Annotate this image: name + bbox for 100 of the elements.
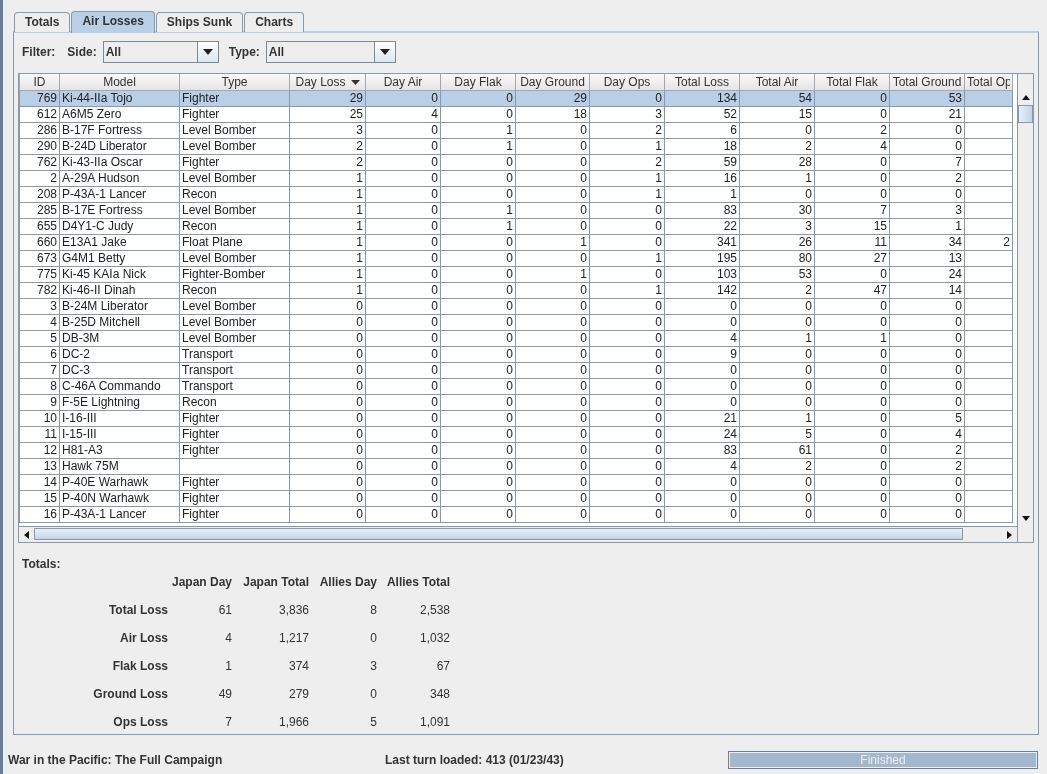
side-dropdown[interactable]: All: [102, 41, 219, 63]
table-row[interactable]: 612 A6M5 Zero Fighter 25 4 0 18 3 52 15 0 21: [19, 106, 1013, 123]
totals-value: 0: [369, 631, 377, 645]
table-cell: 134: [716, 91, 737, 105]
table-cell: 0: [431, 219, 438, 233]
table-row[interactable]: 15 P-40N Warhawk Fighter 0 0 0 0 0 0 0 0 0: [19, 490, 1013, 507]
table-cell: 0: [730, 363, 737, 377]
table-row[interactable]: 7 DC-3 Transport 0 0 0 0 0 0 0 0 0: [19, 362, 1013, 379]
table-row[interactable]: 10 I-16-III Fighter 0 0 0 0 0 21 1 0 5: [19, 410, 1013, 427]
table-cell: 18: [723, 139, 737, 153]
table-cell: 0: [655, 203, 662, 217]
table-cell: 2: [805, 139, 812, 153]
table-cell: 0: [880, 155, 887, 169]
table-cell: 0: [356, 459, 363, 473]
table-row[interactable]: 3 B-24M Liberator Level Bomber 0 0 0 0 0 0 0 0 0: [19, 298, 1013, 315]
column-header[interactable]: Total Air: [739, 74, 815, 91]
table-cell: B-25D Mitchell: [62, 315, 141, 329]
tab[interactable]: Totals: [14, 12, 71, 32]
table-cell: 0: [431, 91, 438, 105]
table-cell: 0: [805, 347, 812, 361]
column-header[interactable]: Total Flak: [814, 74, 890, 91]
table-cell: 15: [798, 107, 812, 121]
table-cell: 0: [431, 155, 438, 169]
table-row[interactable]: 6 DC-2 Transport 0 0 0 0 0 9 0 0 0: [19, 346, 1013, 363]
table-cell: 0: [655, 443, 662, 457]
table-cell: 0: [880, 299, 887, 313]
table-cell: P-40N Warhawk: [62, 491, 149, 505]
column-header[interactable]: Model: [59, 74, 180, 91]
table-cell: 0: [506, 91, 513, 105]
column-header[interactable]: Day Ground: [515, 74, 590, 91]
table-cell: 3: [955, 203, 962, 217]
table-cell: 0: [580, 491, 587, 505]
table-row[interactable]: 286 B-17F Fortress Level Bomber 3 0 1 0 2 6 0 2 0: [19, 122, 1013, 139]
table-cell: A-29A Hudson: [62, 171, 140, 185]
column-header[interactable]: ID: [19, 74, 60, 91]
table-cell: I-16-III: [62, 411, 97, 425]
table-row[interactable]: 12 H81-A3 Fighter 0 0 0 0 0 83 61 0 2: [19, 442, 1013, 459]
table-cell: 2: [356, 139, 363, 153]
table-cell: 4: [730, 459, 737, 473]
column-header[interactable]: Type: [179, 74, 290, 91]
filter-label: Filter:: [22, 45, 56, 59]
column-header[interactable]: Day Air: [365, 74, 441, 91]
table-row[interactable]: 290 B-24D Liberator Level Bomber 2 0 1 0 1 18 2 4 0: [19, 138, 1013, 155]
table-row[interactable]: 2 A-29A Hudson Level Bomber 1 0 0 0 1 16 1 0 2: [19, 170, 1013, 187]
table-cell: 11: [44, 427, 57, 441]
totals-row-label: Ops Loss: [112, 715, 168, 729]
table-cell: 0: [955, 139, 962, 153]
table-cell: Ki-45 KAIa Nick: [62, 267, 147, 281]
tab[interactable]: Air Losses: [71, 11, 155, 33]
table-cell: 13: [948, 251, 962, 265]
table-row[interactable]: 4 B-25D Mitchell Level Bomber 0 0 0 0 0 0 0 0 0: [19, 314, 1013, 331]
table-cell: 0: [805, 379, 812, 393]
table-cell: 0: [431, 507, 438, 521]
table-cell: 0: [880, 107, 887, 121]
column-header[interactable]: Total Ground: [889, 74, 965, 91]
table-row[interactable]: 782 Ki-46-II Dinah Recon 1 0 0 0 1 142 2 47 14: [19, 282, 1013, 299]
table-cell: 9: [50, 395, 57, 409]
table-row[interactable]: 285 B-17E Fortress Level Bomber 1 0 1 0 0 83 30 7 3: [19, 202, 1013, 219]
totals-value: 1,966: [277, 715, 309, 729]
table-row[interactable]: 769 Ki-44-IIa Tojo Fighter 29 0 0 29 0 134 54 0 53: [19, 90, 1013, 107]
column-header[interactable]: Day Flak: [440, 74, 516, 91]
table-cell: 2: [356, 155, 363, 169]
column-header[interactable]: Total Loss: [664, 74, 740, 91]
table-cell: 0: [955, 363, 962, 377]
table-row[interactable]: 16 P-43A-1 Lancer Fighter 0 0 0 0 0 0 0 0 0: [19, 506, 1013, 523]
tab[interactable]: Charts: [244, 12, 305, 32]
table-cell: 0: [955, 331, 962, 345]
table-row[interactable]: 673 G4M1 Betty Level Bomber 1 0 0 0 1 195 80 27 13: [19, 250, 1013, 267]
tab[interactable]: Ships Sunk: [155, 12, 244, 32]
totals-value: 3: [369, 659, 377, 673]
column-header[interactable]: Day Ops: [589, 74, 665, 91]
totals-value: 8: [369, 603, 377, 617]
table-cell: 0: [880, 395, 887, 409]
table-cell: 4: [431, 107, 438, 121]
table-cell: 0: [431, 267, 438, 281]
table-cell: 34: [948, 235, 962, 249]
table-row[interactable]: 13 Hawk 75M 0 0 0 0 0 4 2 0 2: [19, 458, 1013, 475]
table-cell: 2: [655, 123, 662, 137]
table-row[interactable]: 9 F-5E Lightning Recon 0 0 0 0 0 0 0 0 0: [19, 394, 1013, 411]
table-row[interactable]: 8 C-46A Commando Transport 0 0 0 0 0 0 0 0 0: [19, 378, 1013, 395]
table-cell: 0: [431, 379, 438, 393]
table-row[interactable]: 14 P-40E Warhawk Fighter 0 0 0 0 0 0 0 0 0: [19, 474, 1013, 491]
table-row[interactable]: 5 DB-3M Level Bomber 0 0 0 0 0 4 1 1 0: [19, 330, 1013, 347]
table-row[interactable]: 762 Ki-43-IIa Oscar Fighter 2 0 0 0 2 59 28 0 7: [19, 154, 1013, 171]
table-row[interactable]: 11 I-15-III Fighter 0 0 0 0 0 24 5 0 4: [19, 426, 1013, 443]
table-row[interactable]: 660 E13A1 Jake Float Plane 1 0 0 1 0 341 26 11 34 2: [19, 234, 1013, 251]
table-cell: 0: [356, 395, 363, 409]
table-cell: 0: [580, 507, 587, 521]
table-row[interactable]: 208 P-43A-1 Lancer Recon 1 0 0 0 1 1 0 0 0: [19, 186, 1013, 203]
type-dropdown[interactable]: All: [265, 41, 396, 63]
table-cell: 0: [506, 187, 513, 201]
column-header[interactable]: Day Loss: [289, 74, 366, 91]
table-cell: 0: [805, 395, 812, 409]
table-cell: 0: [506, 283, 513, 297]
table-cell: 0: [880, 411, 887, 425]
table-cell: B-24M Liberator: [62, 299, 149, 313]
table-cell: 0: [880, 91, 887, 105]
table-row[interactable]: 775 Ki-45 KAIa Nick Fighter-Bomber 1 0 0 1 0 103 53 0 24: [19, 266, 1013, 283]
totals-value: 1,032: [418, 631, 450, 645]
table-row[interactable]: 655 D4Y1-C Judy Recon 1 0 1 0 0 22 3 15 1: [19, 218, 1013, 235]
